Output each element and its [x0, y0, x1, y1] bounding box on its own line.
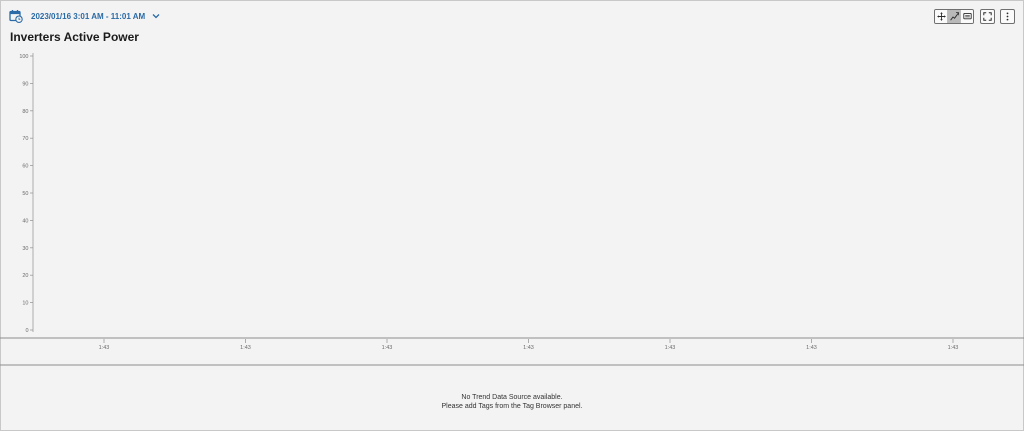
y-tick-label: 40 — [22, 218, 28, 224]
x-tick-label: 1:43 — [523, 345, 534, 351]
y-tick-label: 60 — [22, 164, 28, 170]
x-tick-label: 1:43 — [948, 345, 959, 351]
x-tick-label: 1:43 — [240, 345, 251, 351]
y-tick-label: 10 — [22, 301, 28, 307]
y-tick-label: 70 — [22, 136, 28, 142]
empty-state-message: No Trend Data Source available. — [461, 394, 563, 401]
empty-state-hint: Please add Tags from the Tag Browser pan… — [441, 403, 583, 410]
x-tick-label: 1:43 — [382, 345, 393, 351]
y-tick-label: 50 — [22, 191, 28, 197]
x-tick-label: 1:43 — [665, 345, 676, 351]
y-tick-label: 90 — [22, 81, 28, 87]
x-tick-label: 1:43 — [806, 345, 817, 351]
y-tick-label: 0 — [25, 328, 28, 334]
y-tick-label: 100 — [19, 54, 28, 60]
y-tick-label: 30 — [22, 246, 28, 252]
y-tick-label: 20 — [22, 273, 28, 279]
y-tick-label: 80 — [22, 109, 28, 115]
x-tick-label: 1:43 — [99, 345, 110, 351]
trend-chart[interactable]: 0 10 20 30 40 50 60 70 80 90 100 1:43 1:43 1:43 1:43 1:… — [0, 0, 1024, 431]
